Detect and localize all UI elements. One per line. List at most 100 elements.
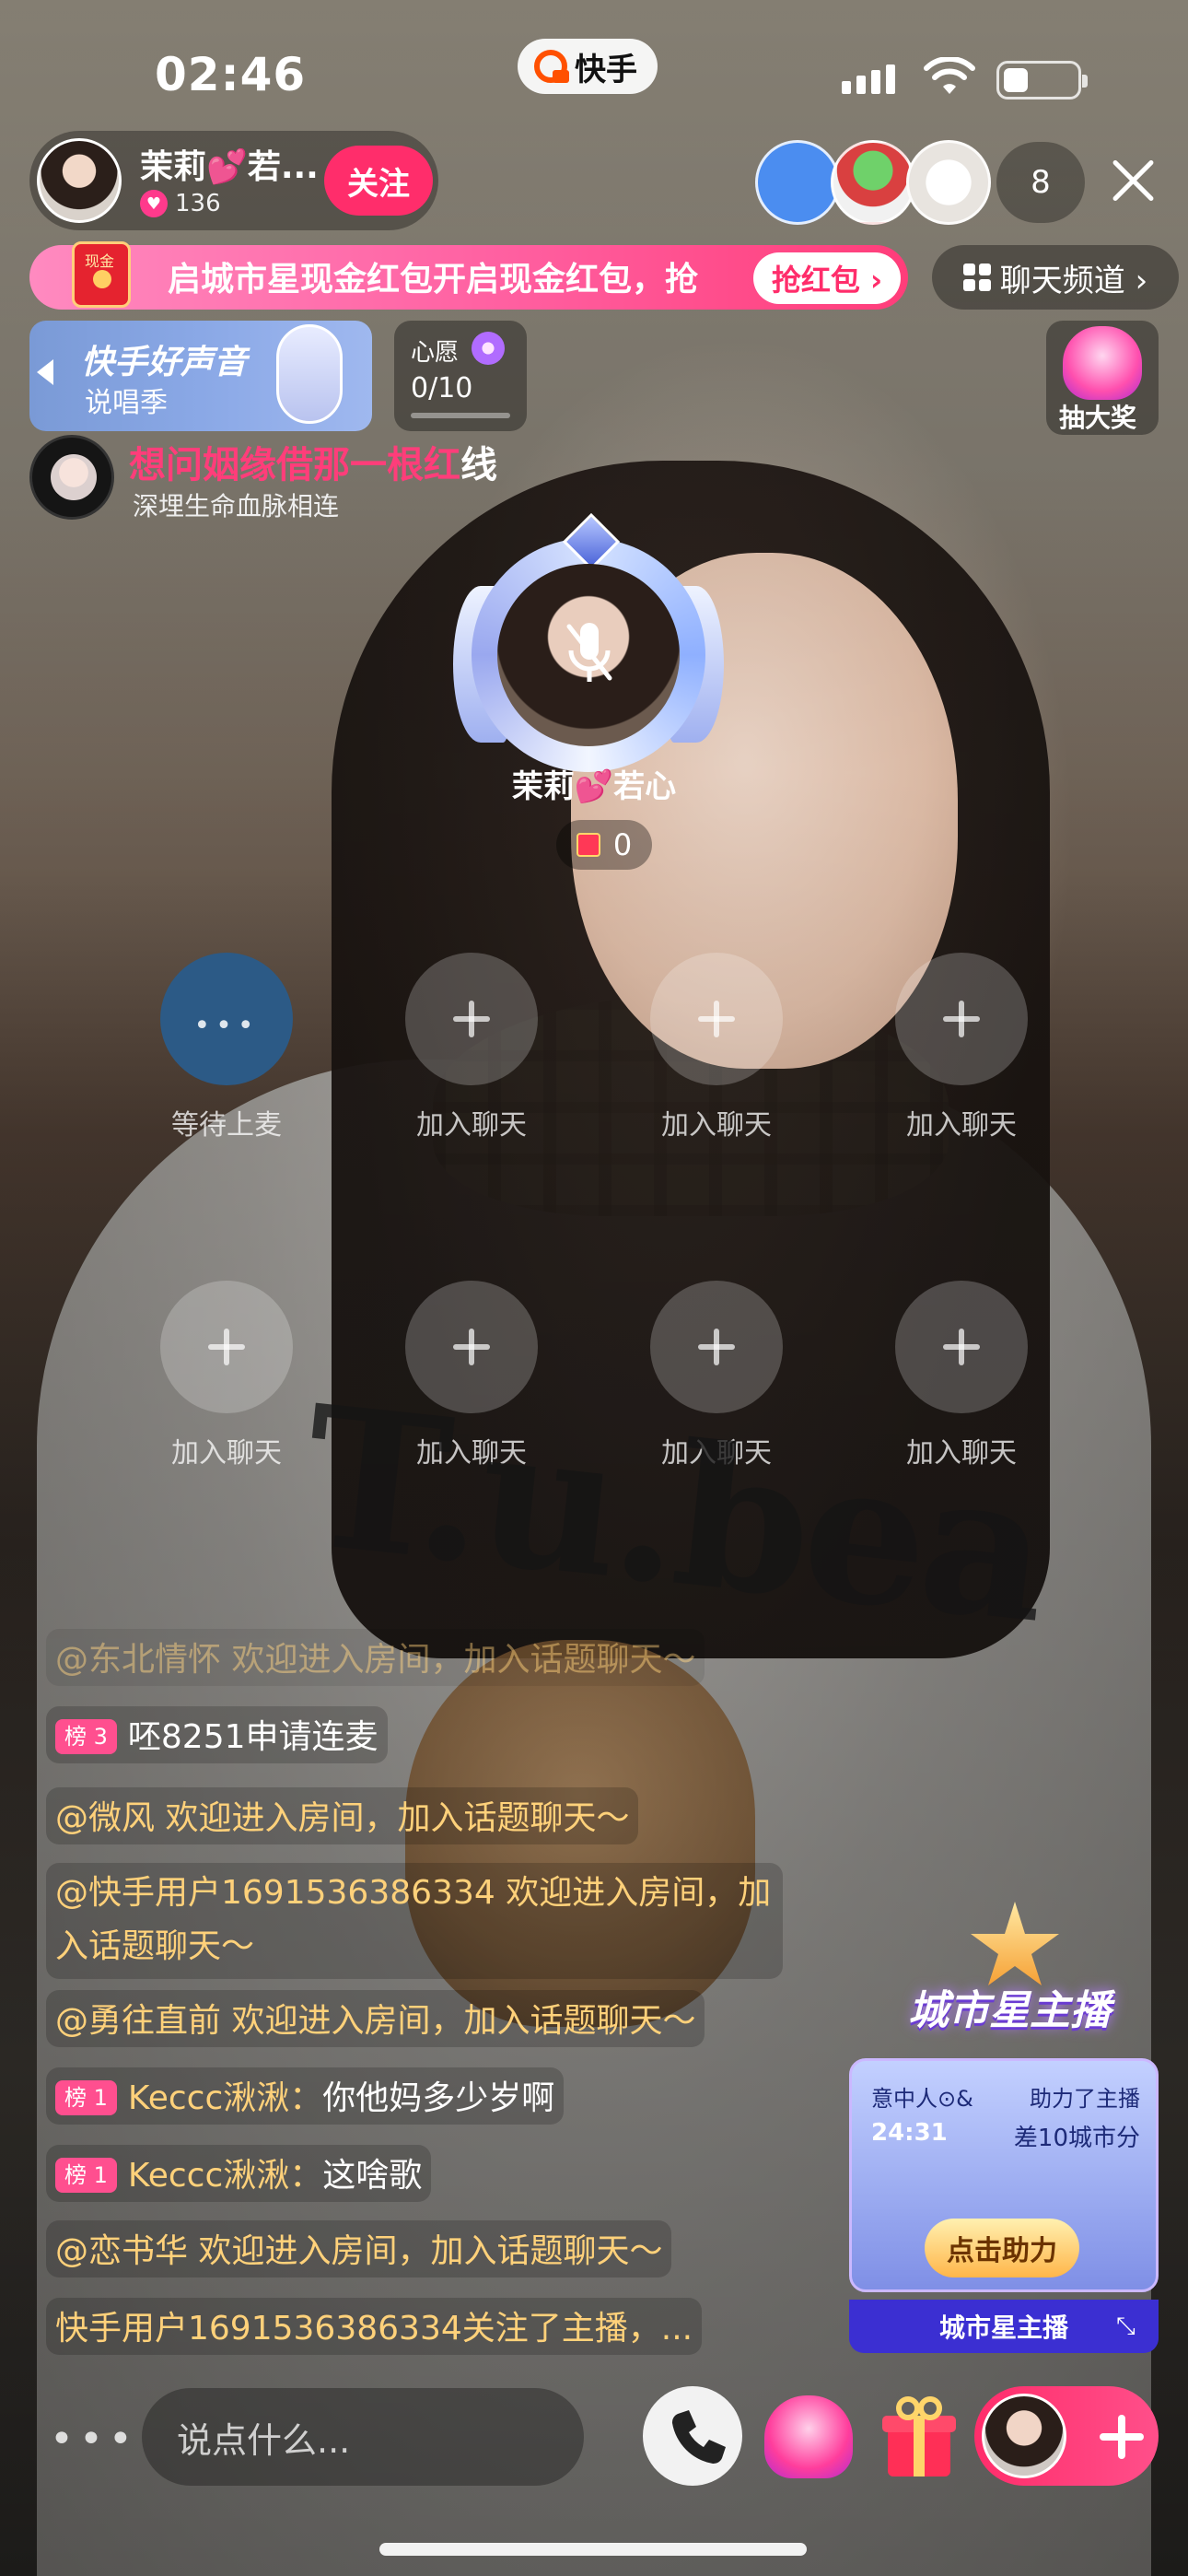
promo-title[interactable]: 城市星主播 (871, 1977, 1147, 2036)
wait-seat-button[interactable]: ••• (160, 953, 293, 1085)
chat-text: 欢迎进入房间，加入话题聊天～ (231, 2002, 696, 2040)
grab-red-packet-button[interactable]: 抢红包 › (753, 252, 901, 304)
seat-label: 加入聊天 (416, 1109, 527, 1142)
chat-user: @微风 (55, 1799, 166, 1837)
chat-user: @恋书华 (55, 2232, 199, 2270)
user-avatar (982, 2394, 1066, 2478)
chat-message[interactable]: 榜 3 呸8251申请连麦 (46, 1706, 388, 1763)
join-seat-button[interactable] (160, 1281, 293, 1413)
follow-button[interactable]: 关注 (324, 146, 433, 216)
chat-text: 欢迎进入房间，加入话题聊天～ (165, 1799, 630, 1837)
topic-title-tail: 线 (460, 444, 497, 486)
chat-message[interactable]: @快手用户1691536386334 欢迎进入房间，加入话题聊天～ (46, 1863, 783, 1979)
promo-helper-row: 意中人⊙& 助力了主播 (871, 2080, 1140, 2113)
grid-icon (962, 263, 991, 291)
plus-icon (1077, 2392, 1166, 2480)
join-seat-button[interactable] (405, 953, 538, 1085)
host-avatar[interactable] (37, 138, 122, 223)
app-name: 快手 (575, 51, 637, 88)
gift-icon[interactable] (875, 2390, 963, 2482)
rank-badge: 榜 1 (55, 2080, 117, 2115)
wifi-icon (924, 57, 975, 94)
topic-avatar[interactable] (29, 435, 114, 520)
rank-badge: 榜 1 (55, 2158, 117, 2193)
promo-time: 24:31 (871, 2119, 948, 2147)
seat-label: 等待上麦 (171, 1109, 282, 1142)
join-seat-button[interactable] (895, 953, 1028, 1085)
more-options-icon[interactable]: ••• (50, 2416, 138, 2463)
chat-message[interactable]: @勇往直前 欢迎进入房间，加入话题聊天～ (46, 1990, 705, 2047)
rank-badge: 榜 3 (55, 1719, 117, 1754)
call-button[interactable] (643, 2386, 742, 2486)
join-seat-button[interactable] (895, 1281, 1028, 1413)
host-name: 茉莉💕若... (140, 148, 319, 186)
promo-helper: 意中人⊙& (871, 2086, 973, 2112)
chat-text: 呸8251申请连麦 (127, 1718, 379, 1756)
chat-message[interactable]: 快手用户1691536386334关注了主播，... (46, 2298, 703, 2355)
host-seat-name: 茉莉💕若心 (511, 768, 677, 805)
gift-icon (576, 833, 600, 857)
battery-icon (996, 61, 1088, 100)
wish-progress: 0/10 (411, 372, 473, 404)
host-like-count: 136 (175, 190, 221, 217)
heart-gift-icon (1063, 326, 1142, 400)
join-seat-button[interactable] (650, 1281, 783, 1413)
chat-text: 欢迎进入房间，加入话题聊天～ (231, 1641, 696, 1679)
chat-message[interactable]: 榜 1 Keccc湫湫：你他妈多少岁啊 (46, 2067, 565, 2125)
seat-label: 加入聊天 (906, 1109, 1017, 1142)
chat-user: @快手用户1691536386334 (55, 1874, 507, 1912)
topic-title-main: 想问姻缘借那一根红 (129, 444, 460, 486)
promo-gap: 差10城市分 (1013, 2125, 1140, 2152)
viewer-avatar[interactable] (831, 140, 915, 225)
join-seat-button[interactable] (650, 953, 783, 1085)
cellular-signal-icon (842, 64, 895, 94)
phone-icon (671, 2410, 726, 2465)
chat-user: @东北情怀 (55, 1641, 232, 1679)
red-packet-tag: 现金 (85, 252, 115, 270)
chat-message[interactable]: @微风 欢迎进入房间，加入话题聊天～ (46, 1787, 639, 1844)
chat-user: @勇往直前 (55, 2002, 232, 2040)
host-likes: ♥ 136 (140, 190, 221, 217)
more-dots-icon: ••• (193, 1010, 260, 1042)
chat-user: Keccc湫湫： (127, 2079, 323, 2117)
chat-channel-button[interactable]: 聊天频道 › (932, 245, 1179, 310)
red-packet-text: 启城市星现金红包开启现金红包，抢 (168, 261, 699, 299)
microphone-icon (276, 324, 343, 424)
wish-label: 心愿 (411, 339, 460, 367)
chat-message[interactable]: @东北情怀 欢迎进入房间，加入话题聊天～ (46, 1629, 705, 1686)
chat-text: 这啥歌 (322, 2157, 423, 2195)
chat-message[interactable]: @恋书华 欢迎进入房间，加入话题聊天～ (46, 2220, 672, 2277)
wish-progress-bar (411, 413, 510, 418)
status-time: 02:46 (155, 48, 307, 101)
promo-helper-action: 助力了主播 (1030, 2086, 1140, 2112)
viewer-count[interactable]: 8 (996, 142, 1085, 223)
viewer-avatar[interactable] (906, 140, 991, 225)
lottery-label: 抽大奖 (1059, 403, 1137, 433)
chat-user: 快手用户1691536386334 (55, 2310, 462, 2348)
comment-input[interactable]: 说点什么... (142, 2388, 584, 2486)
song-card-title: 快手好声音 (81, 344, 248, 381)
promo-timer-row: 24:31 差10城市分 (871, 2119, 1140, 2153)
chat-user: Keccc湫湫： (127, 2157, 323, 2195)
seat-label: 加入聊天 (171, 1437, 282, 1469)
flower-icon (472, 332, 505, 365)
chat-message[interactable]: 榜 1 Keccc湫湫：这啥歌 (46, 2145, 432, 2202)
chat-channel-label: 聊天频道 › (999, 262, 1148, 299)
heart-icon: ♥ (140, 190, 168, 217)
topic-subtitle: 深埋生命血脉相连 (133, 491, 340, 521)
app-brand-pill: 快手 (518, 39, 658, 94)
kuaishou-logo-icon (534, 50, 569, 83)
home-indicator[interactable] (379, 2543, 807, 2556)
close-icon[interactable] (1105, 153, 1160, 208)
promo-footer[interactable]: 城市星主播 (849, 2300, 1159, 2353)
viewer-avatar[interactable] (755, 140, 840, 225)
heart-gift-button[interactable] (764, 2395, 853, 2478)
mic-muted-icon (566, 623, 612, 682)
collapse-icon[interactable]: ⤡ (1116, 2313, 1144, 2340)
chat-text: 关注了主播，... (461, 2310, 693, 2348)
chat-text: 欢迎进入房间，加入话题聊天～ (198, 2232, 663, 2270)
seat-label: 加入聊天 (661, 1109, 772, 1142)
topic-title: 想问姻缘借那一根红线 (129, 435, 497, 488)
support-button[interactable]: 点击助力 (925, 2219, 1079, 2277)
arrow-left-icon (37, 359, 53, 385)
